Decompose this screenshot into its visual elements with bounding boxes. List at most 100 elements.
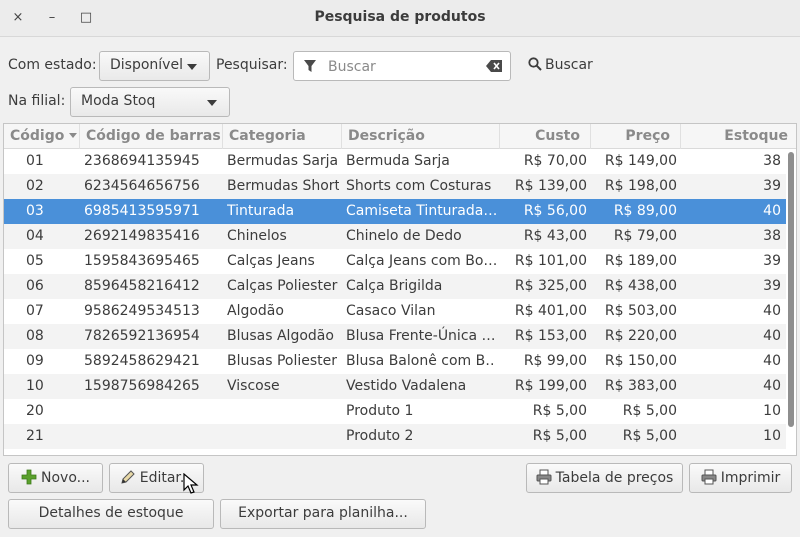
table-row[interactable]: 07 9586249534513 Algodão Casaco Vilan R$ 401… (4, 299, 786, 324)
table-row[interactable]: 05 1595843695465 Calças Jeans Calça Jeans c… (4, 249, 786, 274)
filial-label: Na filial: (8, 93, 66, 109)
column-header-codigo-barras[interactable]: Código de barras (80, 124, 223, 149)
cell-estoque: 38 (763, 153, 781, 169)
printer-icon (536, 469, 552, 485)
cell-descricao: Shorts com Costuras (346, 178, 492, 194)
cell-categoria: Viscose (227, 378, 280, 394)
search-input[interactable] (326, 58, 476, 76)
table-row[interactable]: 04 2692149835416 Chinelos Chinelo de Dedo R$… (4, 224, 786, 249)
table-row[interactable]: 03 6985413595971 Tinturada Camiseta Tintura… (4, 199, 786, 224)
filial-combo[interactable]: Moda Stoq (70, 87, 230, 117)
cell-descricao: Calça Jeans com Bo… (346, 253, 496, 269)
cell-custo: R$ 43,00 (523, 228, 587, 244)
cell-descricao: Vestido Vadalena (346, 378, 467, 394)
cell-codigo: 03 (26, 203, 44, 219)
chevron-down-icon (207, 100, 217, 106)
cell-estoque: 39 (763, 178, 781, 194)
vertical-scrollbar[interactable] (788, 152, 794, 427)
clear-text-icon[interactable] (486, 60, 502, 72)
estado-combo[interactable]: Disponível (99, 51, 210, 81)
cell-codigo: 08 (26, 328, 44, 344)
cell-descricao: Camiseta Tinturada… (346, 203, 496, 219)
column-header-preco[interactable]: Preço (591, 124, 681, 149)
table-row[interactable]: 06 8596458216412 Calças Poliester Calça Bri… (4, 274, 786, 299)
cell-codigo-barras: 6985413595971 (84, 203, 200, 219)
products-table[interactable]: Código Código de barras Categoria Descri… (3, 123, 797, 456)
column-header-custo[interactable]: Custo (500, 124, 591, 149)
estado-value: Disponível (110, 57, 183, 73)
buscar-button[interactable]: Buscar (522, 52, 599, 80)
table-row[interactable]: 20 Produto 1 R$ 5,00 R$ 5,00 10 (4, 399, 786, 424)
detalhes-estoque-button[interactable]: Detalhes de estoque (8, 499, 214, 529)
table-row[interactable]: 02 6234564656756 Bermudas Shorts Shorts com… (4, 174, 786, 199)
cell-categoria: Calças Poliester (227, 278, 338, 294)
cell-codigo: 07 (26, 303, 44, 319)
cell-categoria: Algodão (227, 303, 284, 319)
table-row[interactable]: 09 5892458629421 Blusas Poliester Blusa Bal… (4, 349, 786, 374)
pencil-icon (121, 470, 135, 484)
cell-codigo: 21 (26, 428, 44, 444)
cell-estoque: 39 (763, 278, 781, 294)
table-body: 01 2368694135945 Bermudas Sarja Bermuda Sar… (4, 149, 786, 449)
tabela-precos-button[interactable]: Tabela de preços (526, 463, 683, 493)
cell-estoque: 40 (763, 378, 781, 394)
column-header-categoria[interactable]: Categoria (223, 124, 342, 149)
cell-preco: R$ 383,00 (604, 378, 677, 394)
filter-icon[interactable] (303, 59, 317, 73)
novo-button[interactable]: Novo... (8, 463, 103, 493)
cell-custo: R$ 56,00 (523, 203, 587, 219)
cell-codigo-barras: 8596458216412 (84, 278, 200, 294)
cell-preco: R$ 220,00 (604, 328, 677, 344)
cell-descricao: Blusa Frente-Única … (346, 328, 496, 344)
cell-codigo: 02 (26, 178, 44, 194)
cell-codigo-barras: 6234564656756 (84, 178, 200, 194)
cell-custo: R$ 70,00 (523, 153, 587, 169)
cell-codigo: 06 (26, 278, 44, 294)
table-row[interactable]: 21 Produto 2 R$ 5,00 R$ 5,00 10 (4, 424, 786, 449)
cell-custo: R$ 5,00 (532, 403, 587, 419)
cell-estoque: 40 (763, 328, 781, 344)
cell-estoque: 38 (763, 228, 781, 244)
cell-categoria: Bermudas Shorts (227, 178, 339, 194)
pesquisar-label: Pesquisar: (216, 57, 288, 73)
cell-codigo-barras: 2368694135945 (84, 153, 200, 169)
cell-codigo-barras: 1595843695465 (84, 253, 200, 269)
exportar-planilha-button[interactable]: Exportar para planilha... (220, 499, 426, 529)
column-header-codigo[interactable]: Código (4, 124, 80, 149)
cell-descricao: Calça Brigilda (346, 278, 443, 294)
cell-estoque: 40 (763, 303, 781, 319)
cell-descricao: Bermuda Sarja (346, 153, 450, 169)
cell-categoria: Bermudas Sarja (227, 153, 339, 169)
table-row[interactable]: 08 7826592136954 Blusas Algodão Blusa Frent… (4, 324, 786, 349)
cell-custo: R$ 199,00 (514, 378, 587, 394)
cell-codigo: 05 (26, 253, 44, 269)
estado-label: Com estado: (8, 57, 97, 73)
table-row[interactable]: 10 1598756984265 Viscose Vestido Vadalena R$… (4, 374, 786, 399)
cell-codigo: 04 (26, 228, 44, 244)
cell-preco: R$ 5,00 (622, 403, 677, 419)
cell-estoque: 40 (763, 353, 781, 369)
cell-preco: R$ 79,00 (613, 228, 677, 244)
cell-custo: R$ 101,00 (514, 253, 587, 269)
cell-codigo: 10 (26, 378, 44, 394)
cell-categoria: Blusas Algodão (227, 328, 334, 344)
cell-custo: R$ 153,00 (514, 328, 587, 344)
chevron-down-icon (187, 64, 197, 70)
cell-preco: R$ 438,00 (604, 278, 677, 294)
column-header-descricao[interactable]: Descrição (342, 124, 500, 149)
cell-descricao: Produto 2 (346, 428, 414, 444)
cell-preco: R$ 149,00 (604, 153, 677, 169)
table-row[interactable]: 01 2368694135945 Bermudas Sarja Bermuda Sar… (4, 149, 786, 174)
cell-codigo-barras: 2692149835416 (84, 228, 200, 244)
cell-preco: R$ 150,00 (604, 353, 677, 369)
column-header-estoque[interactable]: Estoque (681, 124, 796, 149)
cell-preco: R$ 5,00 (622, 428, 677, 444)
cell-preco: R$ 89,00 (613, 203, 677, 219)
imprimir-button[interactable]: Imprimir (689, 463, 792, 493)
cell-codigo-barras (84, 424, 220, 449)
cell-codigo: 01 (26, 153, 44, 169)
cell-categoria: Blusas Poliester (227, 353, 338, 369)
cell-custo: R$ 401,00 (514, 303, 587, 319)
cell-codigo-barras: 7826592136954 (84, 328, 200, 344)
search-field[interactable] (293, 51, 511, 81)
